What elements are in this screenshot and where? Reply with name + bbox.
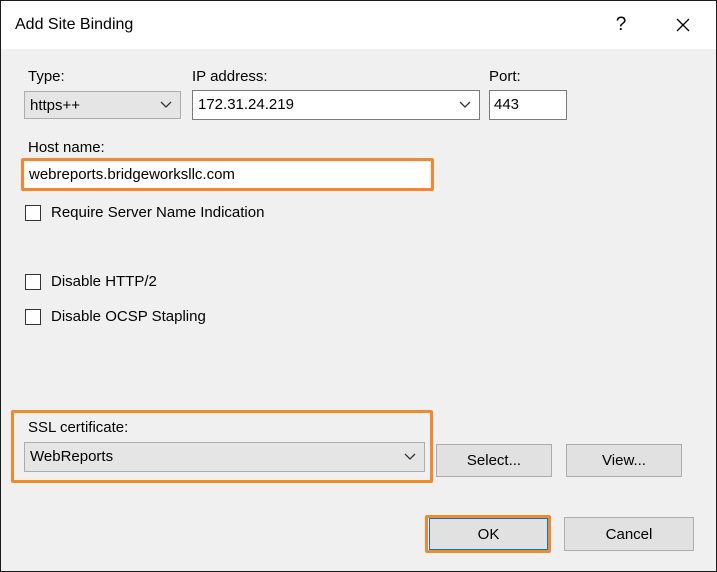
ocsp-checkbox-row[interactable]: Disable OCSP Stapling: [25, 308, 245, 330]
type-label: Type:: [28, 68, 65, 85]
sni-checkbox-row[interactable]: Require Server Name Indication: [25, 204, 325, 226]
http2-checkbox-row[interactable]: Disable HTTP/2: [25, 273, 225, 295]
chevron-down-icon[interactable]: [459, 101, 471, 109]
help-button[interactable]: ?: [601, 9, 641, 41]
view-button-label: View...: [602, 452, 646, 469]
chevron-down-icon: [160, 101, 172, 108]
ssl-certificate-label: SSL certificate:: [28, 419, 129, 436]
sni-checkbox[interactable]: [25, 205, 41, 221]
cancel-button[interactable]: Cancel: [564, 517, 694, 551]
port-input[interactable]: 443: [489, 90, 567, 120]
ssl-certificate-value: WebReports: [30, 448, 114, 465]
sni-label: Require Server Name Indication: [51, 204, 265, 221]
port-label: Port:: [489, 68, 521, 85]
title-bar: Add Site Binding ?: [1, 1, 716, 49]
chevron-down-icon: [404, 453, 416, 460]
port-value: 443: [494, 96, 520, 113]
close-icon: [676, 18, 690, 32]
select-button-label: Select...: [466, 452, 522, 469]
ip-address-value: 172.31.24.219: [198, 96, 294, 113]
type-value: https++: [30, 97, 81, 114]
ip-address-label: IP address:: [192, 68, 268, 85]
ok-button-highlight: [425, 515, 551, 553]
add-site-binding-dialog: Add Site Binding ? Type: https++ IP addr…: [0, 0, 717, 572]
ip-address-combo[interactable]: 172.31.24.219: [192, 90, 480, 120]
http2-label: Disable HTTP/2: [51, 273, 157, 290]
cancel-button-label: Cancel: [605, 525, 653, 543]
type-select[interactable]: https++: [24, 91, 181, 119]
host-name-highlight: [21, 158, 434, 191]
close-button[interactable]: [663, 9, 703, 41]
host-name-label: Host name:: [28, 139, 105, 156]
http2-checkbox[interactable]: [25, 274, 41, 290]
ocsp-checkbox[interactable]: [25, 309, 41, 325]
help-icon: ?: [615, 14, 627, 35]
select-button[interactable]: Select...: [436, 444, 552, 477]
ssl-certificate-select[interactable]: WebReports: [24, 442, 425, 472]
ocsp-label: Disable OCSP Stapling: [51, 308, 206, 325]
view-button[interactable]: View...: [566, 444, 682, 477]
dialog-title: Add Site Binding: [15, 16, 134, 33]
